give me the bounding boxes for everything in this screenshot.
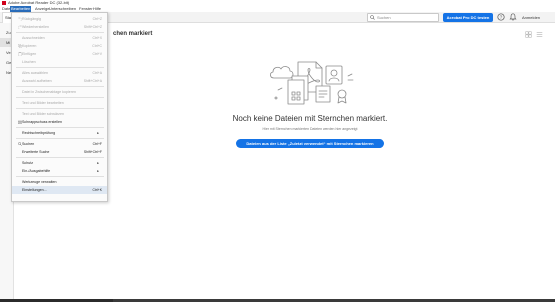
- edit-menu-dropdown: Rückgängig Ctrl+Z Wiederherstellen Shift+Ct…: [11, 12, 108, 202]
- menu-item-einstellungen[interactable]: Einstellungen... Ctrl+K: [12, 186, 107, 194]
- menu-item-shortcut: Ctrl+X: [92, 36, 102, 40]
- menu-item-erweiterte-suche[interactable]: Erweiterte Suche Shift+Ctrl+F: [12, 148, 107, 156]
- search-input[interactable]: [377, 14, 437, 21]
- menu-item-shortcut: Shift+Ctrl+Z: [83, 25, 102, 29]
- menu-item-werkzeuge-verwalten[interactable]: Werkzeuge verwalten: [12, 178, 107, 186]
- menu-item-label: Rückgängig: [22, 17, 41, 21]
- menu-item-label: Einfügen: [22, 52, 37, 56]
- paste-icon: [18, 52, 22, 56]
- menu-item-label: Einstellungen...: [22, 188, 47, 192]
- search-icon: [370, 15, 375, 20]
- menu-item-datei-in-zwischenablage-kopieren[interactable]: Datei in Zwischenablage kopieren: [12, 88, 107, 96]
- menu-item-shortcut: Ctrl+K: [92, 188, 102, 192]
- menu-item-ein-ausgabehilfe[interactable]: Ein-/Ausgabehilfe ▸: [12, 167, 107, 175]
- menu-item-shortcut: Ctrl+F: [92, 142, 102, 146]
- menu-item-label: Ein-/Ausgabehilfe: [22, 169, 51, 173]
- empty-state-illustration: [270, 61, 354, 105]
- menu-item-shortcut: Ctrl+V: [92, 52, 102, 56]
- mark-recent-files-button[interactable]: Dateien aus der Liste „Zuletzt verwendet…: [236, 139, 384, 148]
- submenu-arrow-icon: ▸: [97, 161, 99, 165]
- menu-item-label: Text und Bilder schwärzen: [22, 112, 64, 116]
- menu-item-shortcut: Shift+Ctrl+F: [83, 150, 102, 154]
- menu-item-auswahl-aufheben[interactable]: Auswahl aufheben Shift+Ctrl+A: [12, 77, 107, 85]
- menu-item-label: Kopieren: [22, 44, 37, 48]
- menu-item-kopieren[interactable]: Kopieren Ctrl+C: [12, 42, 107, 50]
- menu-item-ausschneiden[interactable]: Ausschneiden Ctrl+X: [12, 34, 107, 42]
- menu-item-label: Text und Bilder bearbeiten: [22, 101, 64, 105]
- menu-item-shortcut: Ctrl+C: [92, 44, 102, 48]
- menu-item-alles-auswählen[interactable]: Alles auswählen Ctrl+A: [12, 69, 107, 77]
- menu-item-schutz[interactable]: Schutz ▸: [12, 159, 107, 167]
- menu-item-suchen[interactable]: Suchen Ctrl+F: [12, 140, 107, 148]
- grid-view-icon[interactable]: [525, 31, 532, 38]
- undo-icon: [18, 17, 22, 21]
- copy-icon: [18, 44, 22, 48]
- menu-separator: [16, 157, 104, 158]
- bell-icon[interactable]: [509, 13, 517, 21]
- menu-item-shortcut: Shift+Ctrl+A: [83, 79, 102, 83]
- menu-item-label: Schnappschuss erstellen: [22, 120, 62, 124]
- submenu-arrow-icon: ▸: [97, 131, 99, 135]
- menu-separator: [16, 67, 104, 68]
- help-icon[interactable]: ?: [497, 13, 505, 21]
- try-acrobat-pro-button[interactable]: Acrobat Pro DC testen: [443, 13, 493, 22]
- menu-item-schnappschuss-erstellen[interactable]: Schnappschuss erstellen: [12, 118, 107, 126]
- empty-state-subtitle: Hier mit Sternchen markierten Dateien we…: [262, 127, 358, 131]
- menu-item-einfügen[interactable]: Einfügen Ctrl+V: [12, 50, 107, 58]
- menu-item-label: Werkzeuge verwalten: [22, 180, 57, 184]
- menu-item-rechtschreibprüfung[interactable]: Rechtschreibprüfung ▸: [12, 129, 107, 137]
- menu-item-label: Rechtschreibprüfung: [22, 131, 56, 135]
- menu-item-label: Ausschneiden: [22, 36, 45, 40]
- search-icon: [18, 142, 22, 146]
- menu-separator: [16, 176, 104, 177]
- page-title: chen markiert: [113, 31, 153, 37]
- menu-item-label: Wiederherstellen: [22, 25, 49, 29]
- list-view-icon[interactable]: [536, 31, 543, 38]
- menu-item-label: Auswahl aufheben: [22, 79, 52, 83]
- menu-item-label: Datei in Zwischenablage kopieren: [22, 90, 76, 94]
- menu-item-text-und-bilder-bearbeiten[interactable]: Text und Bilder bearbeiten: [12, 99, 107, 107]
- search-box[interactable]: [367, 13, 439, 22]
- menu-item-wiederherstellen[interactable]: Wiederherstellen Shift+Ctrl+Z: [12, 23, 107, 31]
- menu-item-shortcut: Ctrl+Z: [92, 17, 102, 21]
- menu-separator: [16, 97, 104, 98]
- svg-text:?: ?: [500, 15, 503, 21]
- menu-separator: [16, 86, 104, 87]
- menu-separator: [16, 32, 104, 33]
- redo-icon: [18, 25, 22, 29]
- menu-separator: [16, 108, 104, 109]
- menu-item-rückgängig[interactable]: Rückgängig Ctrl+Z: [12, 15, 107, 23]
- acrobat-app-icon: [2, 1, 6, 5]
- menu-separator: [16, 127, 104, 128]
- menu-item-text-und-bilder-schwärzen[interactable]: Text und Bilder schwärzen: [12, 110, 107, 118]
- menu-item-löschen[interactable]: Löschen: [12, 58, 107, 66]
- menu-separator: [16, 138, 104, 139]
- menu-item-label: Erweiterte Suche: [22, 150, 50, 154]
- empty-state-title: Noch keine Dateien mit Sternchen markier…: [232, 114, 388, 123]
- sign-in-link[interactable]: Anmelden: [522, 13, 540, 22]
- camera-icon: [18, 120, 22, 124]
- menu-item-label: Schutz: [22, 161, 33, 165]
- menu-item-label: Suchen: [22, 142, 35, 146]
- menu-item-label: Löschen: [22, 60, 36, 64]
- menu-item-label: Alles auswählen: [22, 71, 48, 75]
- menu-item-shortcut: Ctrl+A: [92, 71, 102, 75]
- submenu-arrow-icon: ▸: [97, 169, 99, 173]
